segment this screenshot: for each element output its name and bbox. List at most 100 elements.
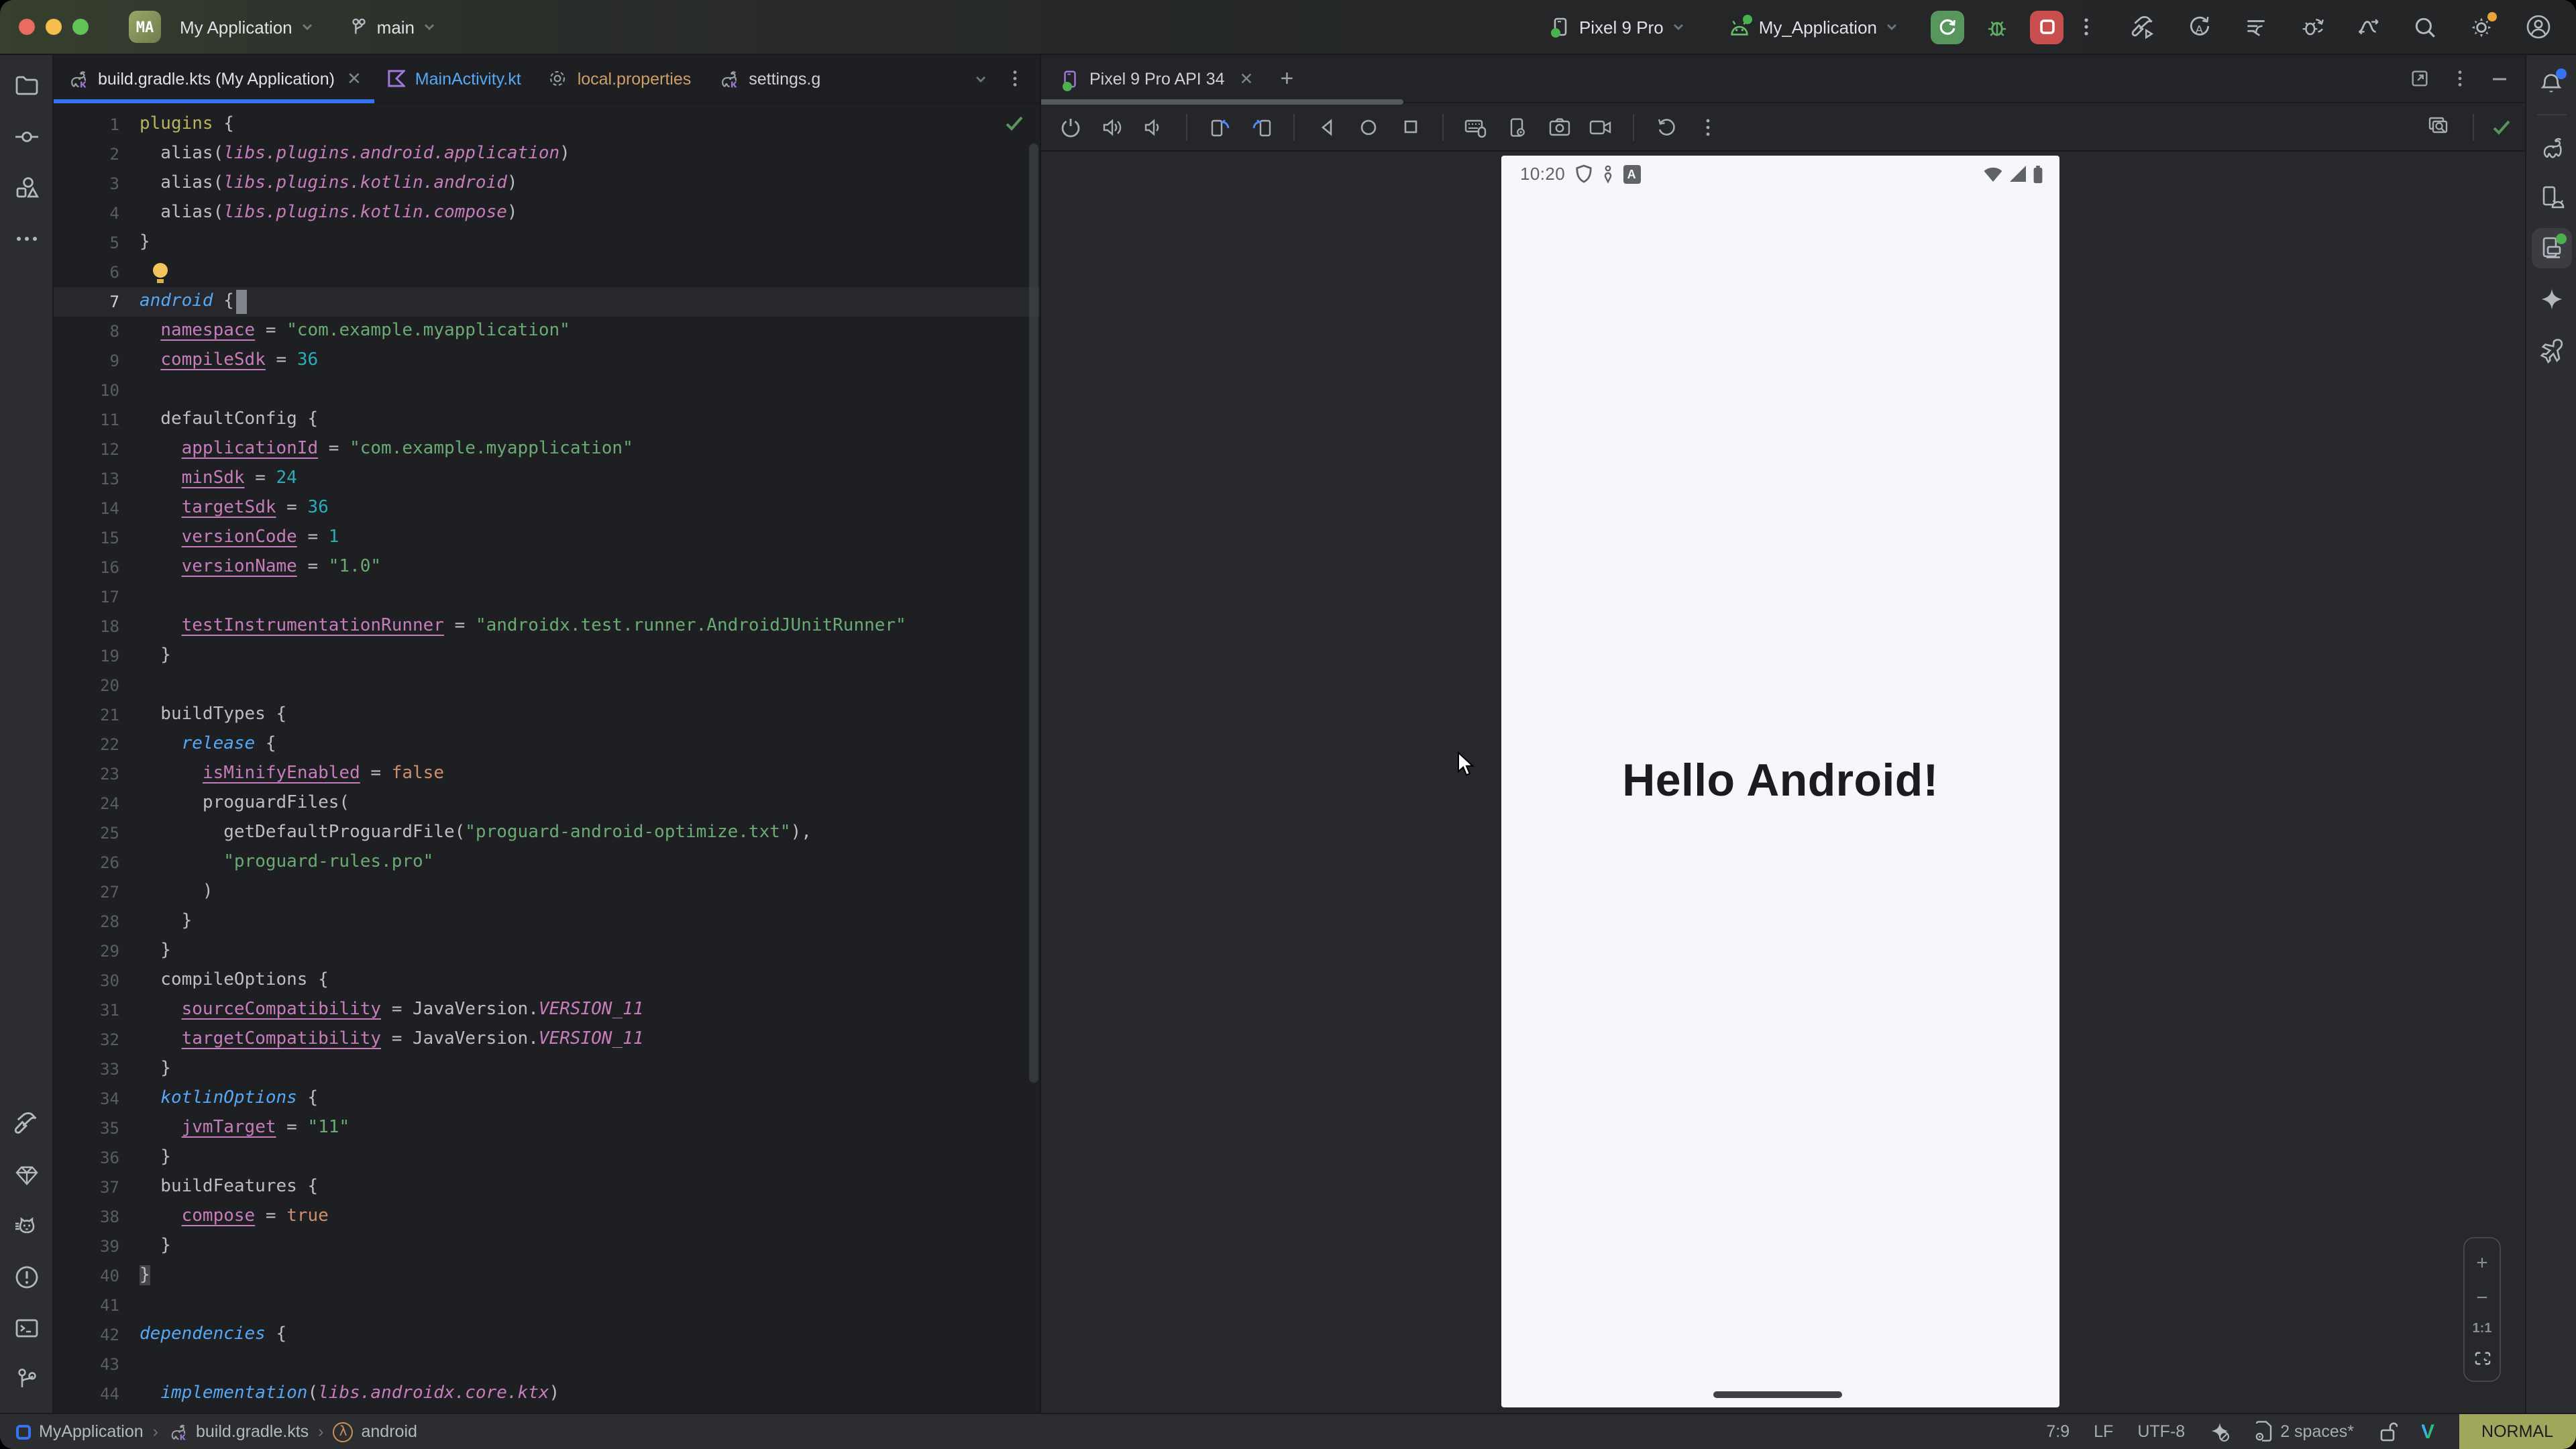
code-line-14[interactable]: 14 targetSdk = 36 [54,494,1040,523]
device-selector[interactable]: Pixel 9 Pro [1542,11,1693,43]
device-tabs-scrollbar[interactable] [1041,99,1403,105]
close-tab-icon[interactable]: ✕ [347,68,362,89]
ideavim-icon[interactable]: V [2421,1420,2434,1443]
code-line-18[interactable]: 18 testInstrumentationRunner = "androidx… [54,612,1040,641]
rerun-button[interactable] [1931,10,1964,44]
app-quality-insights-tool-button[interactable] [6,1155,46,1195]
code-line-42[interactable]: 42dependencies { [54,1320,1040,1350]
code-line-22[interactable]: 22 release { [54,730,1040,759]
more-tool-windows-button[interactable] [6,219,46,259]
tab-settings-gradle[interactable]: settings.g [704,55,834,102]
breadcrumb-block[interactable]: λ android [333,1421,417,1442]
code-line-19[interactable]: 19 } [54,641,1040,671]
code-line-10[interactable]: 10 [54,376,1040,405]
logcat-tool-button[interactable] [6,1206,46,1246]
hidden-tabs-chevron-icon[interactable] [974,72,987,85]
unlocked-icon[interactable] [2378,1421,2397,1442]
gradle-tool-button[interactable] [2531,126,2571,166]
profiler-icon[interactable] [2356,14,2381,40]
code-line-29[interactable]: 29 } [54,936,1040,966]
screen-record-button[interactable] [1585,111,1617,143]
ai-assistant-disabled-icon[interactable] [2209,1420,2229,1443]
code-line-44[interactable]: 44 implementation(libs.androidx.core.ktx… [54,1379,1040,1409]
apply-changes-icon[interactable]: A [2187,14,2212,40]
minimize-window-button[interactable] [46,19,62,35]
project-selector[interactable]: My Application [172,11,322,42]
emulator-screen[interactable]: 10:20 A Hello Android! [1501,156,2059,1407]
android-overview-button[interactable] [1394,111,1426,143]
run-configuration-selector[interactable]: My_Application [1720,11,1907,42]
device-manager-tool-button[interactable] [2531,177,2571,217]
device-power-button[interactable] [1055,111,1087,143]
zoom-window-button[interactable] [72,19,89,35]
code-line-26[interactable]: 26 "proguard-rules.pro" [54,848,1040,877]
version-control-tool-button[interactable] [6,1359,46,1399]
code-line-27[interactable]: 27 ) [54,877,1040,907]
code-line-20[interactable]: 20 [54,671,1040,700]
volume-up-button[interactable] [1096,111,1128,143]
tab-build-gradle[interactable]: build.gradle.kts (My Application) ✕ [54,55,375,102]
code-line-17[interactable]: 17 [54,582,1040,612]
code-line-8[interactable]: 8 namespace = "com.example.myapplication… [54,317,1040,346]
code-line-33[interactable]: 33 } [54,1055,1040,1084]
android-back-button[interactable] [1311,111,1343,143]
code-line-24[interactable]: 24 proguardFiles( [54,789,1040,818]
tab-options-kebab-icon[interactable] [1006,68,1024,89]
notifications-button[interactable] [2531,63,2571,103]
code-line-3[interactable]: 3 alias(libs.plugins.kotlin.android) [54,169,1040,199]
code-line-9[interactable]: 9 compileSdk = 36 [54,346,1040,376]
indent-widget[interactable]: 2 spaces* [2253,1421,2354,1442]
restart-device-button[interactable] [1650,111,1682,143]
code-line-2[interactable]: 2 alias(libs.plugins.android.application… [54,140,1040,169]
code-line-43[interactable]: 43 [54,1350,1040,1379]
hardware-input-button[interactable] [1460,111,1492,143]
terminal-tool-button[interactable] [6,1308,46,1348]
code-line-12[interactable]: 12 applicationId = "com.example.myapplic… [54,435,1040,464]
editor-scrollbar[interactable] [1029,144,1038,1083]
encoding-widget[interactable]: UTF-8 [2137,1422,2185,1441]
debug-button[interactable] [1980,10,2014,44]
add-device-tab-button[interactable]: + [1267,65,1307,92]
breadcrumb-file[interactable]: build.gradle.kts [168,1422,309,1441]
settings-gear-icon[interactable] [2469,14,2494,40]
problems-tool-button[interactable] [6,1257,46,1297]
project-tool-button[interactable] [6,66,46,106]
tab-local-properties[interactable]: local.properties [535,55,705,102]
device-tab[interactable]: Pixel 9 Pro API 34 ✕ [1041,68,1267,89]
tab-mainactivity[interactable]: MainActivity.kt [375,55,535,102]
code-line-1[interactable]: 1plugins { [54,110,1040,140]
stop-button[interactable] [2030,10,2063,44]
code-line-38[interactable]: 38 compose = true [54,1202,1040,1232]
ui-check-button[interactable] [2423,111,2455,143]
zoom-to-fit-icon[interactable] [2473,1351,2491,1366]
rotate-right-button[interactable] [1245,111,1277,143]
hide-panel-icon[interactable] [2490,69,2509,88]
code-line-40[interactable]: 40} [54,1261,1040,1291]
running-devices-tool-button[interactable] [2531,228,2571,268]
code-editor[interactable]: 1plugins {2 alias(libs.plugins.android.a… [54,103,1040,1413]
line-ending-widget[interactable]: LF [2094,1422,2113,1441]
code-line-32[interactable]: 32 targetCompatibility = JavaVersion.VER… [54,1025,1040,1055]
close-window-button[interactable] [19,19,35,35]
inspections-ok-icon[interactable] [1005,111,1024,137]
code-line-41[interactable]: 41 [54,1291,1040,1320]
code-line-28[interactable]: 28 } [54,907,1040,936]
code-line-35[interactable]: 35 jvmTarget = "11" [54,1114,1040,1143]
code-line-15[interactable]: 15 versionCode = 1 [54,523,1040,553]
navigation-handle[interactable] [1713,1391,1842,1398]
code-line-4[interactable]: 4 alias(libs.plugins.kotlin.compose) [54,199,1040,228]
build-hammer-icon[interactable] [2131,14,2156,40]
code-line-5[interactable]: 5} [54,228,1040,258]
code-line-7[interactable]: 7android { [54,287,1040,317]
code-line-16[interactable]: 16 versionName = "1.0" [54,553,1040,582]
rotate-left-button[interactable] [1203,111,1236,143]
code-line-23[interactable]: 23 isMinifyEnabled = false [54,759,1040,789]
code-line-31[interactable]: 31 sourceCompatibility = JavaVersion.VER… [54,996,1040,1025]
caret-position-widget[interactable]: 7:9 [2046,1422,2070,1441]
android-home-button[interactable] [1352,111,1385,143]
volume-down-button[interactable] [1138,111,1170,143]
build-tool-button[interactable] [6,1104,46,1144]
code-line-30[interactable]: 30 compileOptions { [54,966,1040,996]
code-line-39[interactable]: 39 } [54,1232,1040,1261]
device-settings-button[interactable] [1501,111,1534,143]
